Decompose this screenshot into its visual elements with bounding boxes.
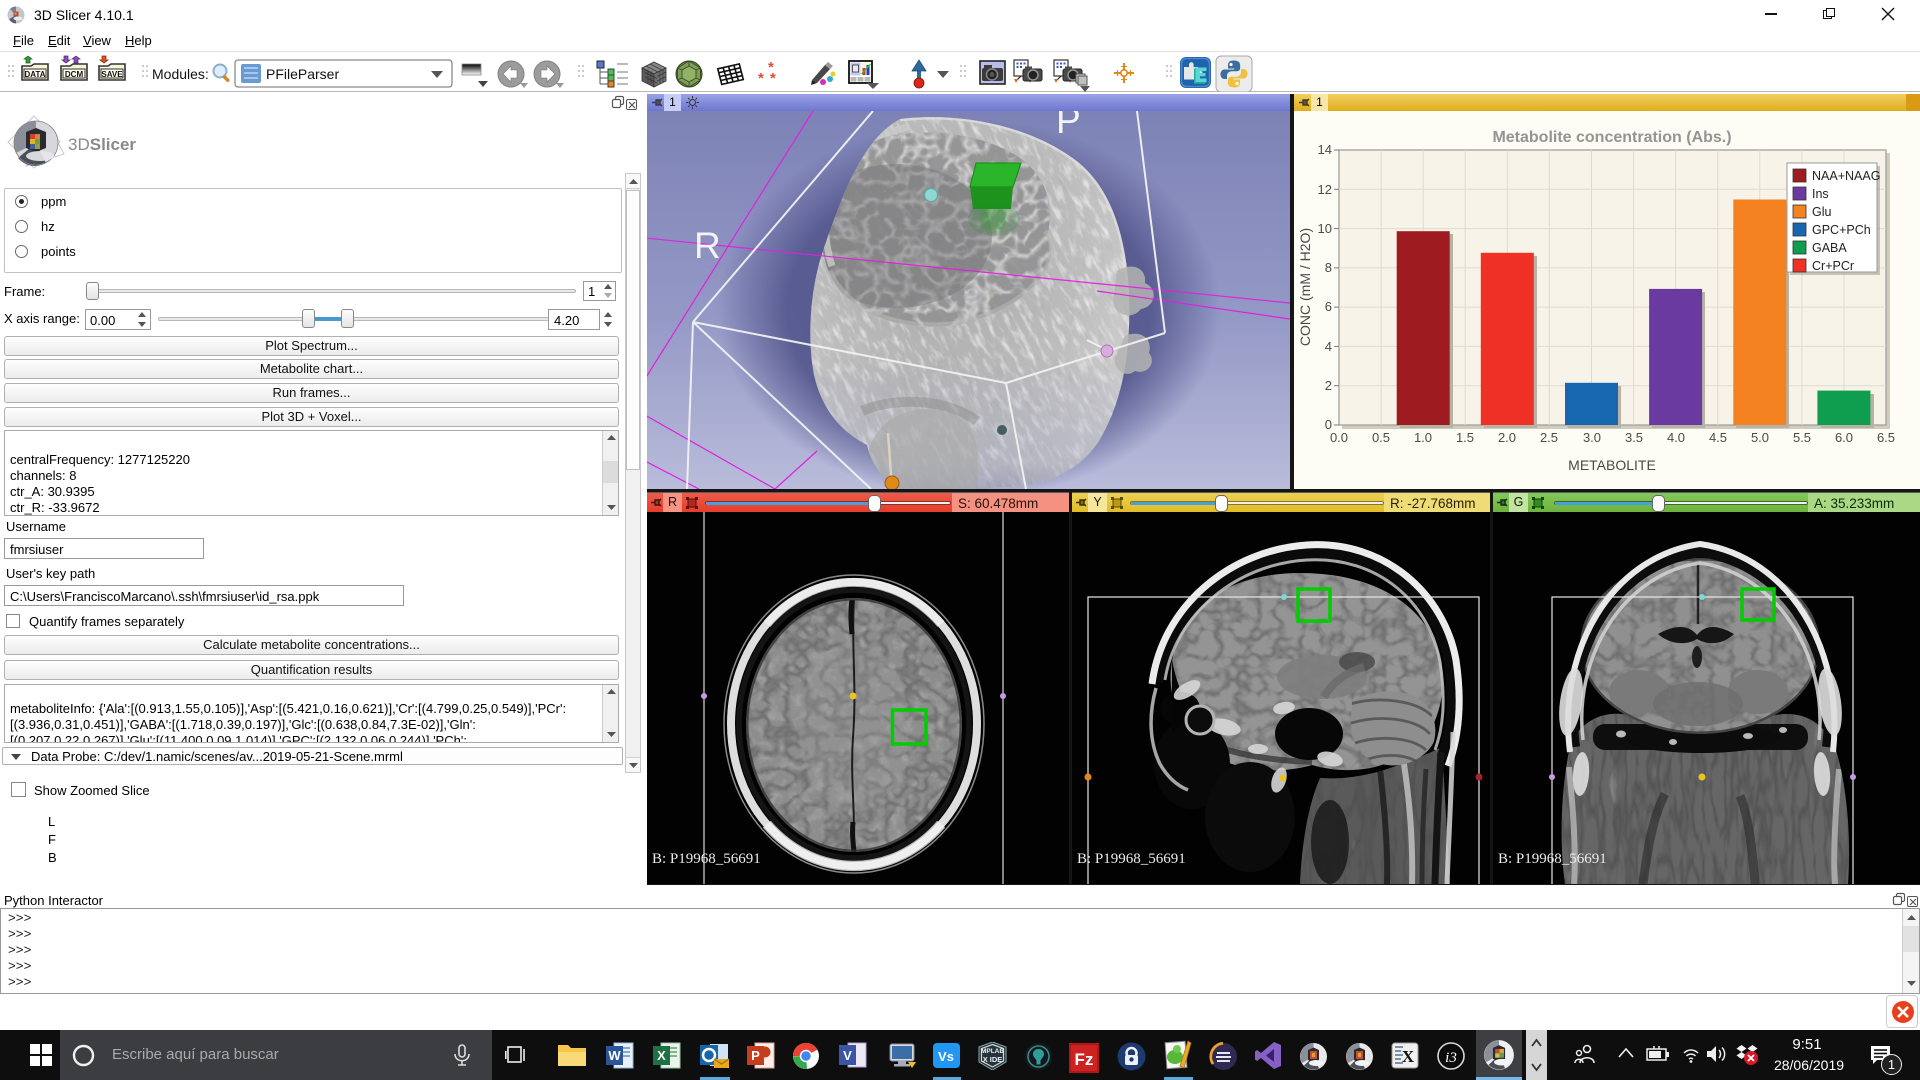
svg-text:4.0: 4.0: [1667, 430, 1685, 445]
svg-text:2.5: 2.5: [1540, 430, 1558, 445]
svg-text:X: X: [657, 1048, 666, 1063]
svg-text:METABOLITE: METABOLITE: [1568, 457, 1656, 473]
svg-text:GABA: GABA: [1812, 241, 1847, 255]
svg-text:5.5: 5.5: [1793, 430, 1811, 445]
svg-text:W: W: [608, 1048, 621, 1063]
svg-text:2.0: 2.0: [1498, 430, 1516, 445]
svg-text:5.0: 5.0: [1751, 430, 1769, 445]
svg-text:X: X: [1402, 1047, 1415, 1066]
svg-text:B: P19968_56691: B: P19968_56691: [652, 851, 761, 867]
svg-text:R: R: [694, 225, 721, 266]
svg-text:6.5: 6.5: [1877, 430, 1895, 445]
svg-text:4.5: 4.5: [1709, 430, 1727, 445]
svg-text:1.5: 1.5: [1456, 430, 1474, 445]
svg-text:DATA: DATA: [24, 70, 45, 79]
svg-text:NAA+NAAG: NAA+NAAG: [1812, 169, 1880, 183]
svg-text:6: 6: [1325, 299, 1332, 314]
svg-text:3.0: 3.0: [1583, 430, 1601, 445]
svg-text:X IDE: X IDE: [983, 1055, 1003, 1064]
svg-text:Cr+PCr: Cr+PCr: [1812, 259, 1854, 273]
svg-text:Glu: Glu: [1812, 205, 1832, 219]
svg-text:3.5: 3.5: [1625, 430, 1643, 445]
svg-text:P: P: [751, 1048, 760, 1063]
svg-text:4: 4: [1325, 339, 1332, 354]
svg-text:2: 2: [1325, 378, 1332, 393]
svg-text:i3: i3: [1445, 1050, 1457, 1066]
svg-text:8: 8: [1325, 260, 1332, 275]
svg-text:CONC (mM / H2O): CONC (mM / H2O): [1297, 228, 1313, 346]
svg-text:Vs: Vs: [938, 1049, 954, 1064]
svg-text:12: 12: [1318, 182, 1332, 197]
svg-text:Metabolite concentration (Abs.: Metabolite concentration (Abs.): [1492, 129, 1731, 146]
svg-text:B: P19968_56691: B: P19968_56691: [1498, 851, 1607, 867]
svg-text:GPC+PCh: GPC+PCh: [1812, 223, 1871, 237]
svg-text:SAVE: SAVE: [101, 70, 123, 79]
svg-text:1.0: 1.0: [1414, 430, 1432, 445]
svg-text:6.0: 6.0: [1835, 430, 1853, 445]
svg-text:MPLAB: MPLAB: [981, 1048, 1004, 1055]
svg-text:Ins: Ins: [1812, 187, 1829, 201]
svg-text:*: *: [758, 70, 764, 87]
svg-text:0.0: 0.0: [1330, 430, 1348, 445]
svg-text:Modules:: Modules:: [152, 66, 209, 82]
svg-text:Fz: Fz: [1075, 1050, 1094, 1069]
svg-text:10: 10: [1318, 221, 1332, 236]
svg-text:V: V: [843, 1048, 852, 1063]
svg-text:*: *: [770, 70, 776, 87]
svg-text:0.5: 0.5: [1372, 430, 1390, 445]
svg-text:B: P19968_56691: B: P19968_56691: [1077, 851, 1186, 867]
svg-text:DCM: DCM: [65, 70, 84, 79]
svg-text:3DSlicer: 3DSlicer: [68, 135, 136, 154]
svg-text:P: P: [1056, 111, 1081, 141]
svg-text:14: 14: [1318, 142, 1332, 157]
svg-text:PFileParser: PFileParser: [266, 66, 339, 82]
